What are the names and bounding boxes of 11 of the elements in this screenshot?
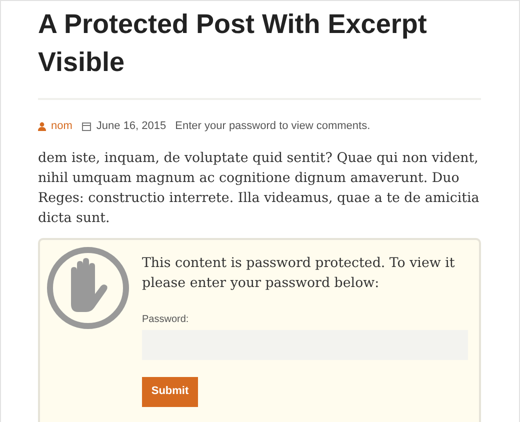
protected-message: This content is password protected. To view it please enter your password below: <box>142 254 456 292</box>
person-icon <box>38 122 46 131</box>
author-link[interactable]: nom <box>51 118 72 134</box>
post-date[interactable]: June 16, 2015 <box>96 118 166 134</box>
comments-note: Enter your password to view comments. <box>175 119 370 134</box>
stop-hand-icon <box>46 246 130 330</box>
password-label: Password: <box>142 312 190 326</box>
post-excerpt: dem iste, inquam, de voluptate quid sentit? Quae qui non vident, nihil umquam magnum ac cognitione dignum amaverunt. Duo Reges: constructio interrete. Illa videamus, quae a te de amicitia dicta sunt. <box>38 150 480 228</box>
post-title: A Protected Post With Excerpt Visible <box>38 5 481 100</box>
submit-button[interactable]: Submit <box>142 376 198 406</box>
calendar-icon <box>82 122 92 131</box>
